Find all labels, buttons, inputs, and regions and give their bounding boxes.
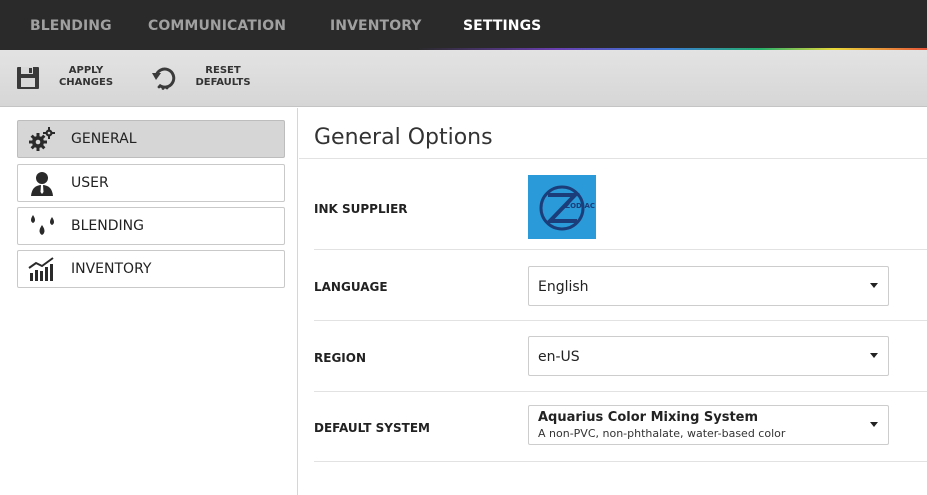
general-options-panel: General Options INK SUPPLIER ZODIAC LANG… [299,108,927,495]
divider [314,391,927,392]
region-label: REGION [314,351,366,365]
page-title: General Options [314,125,493,150]
tab-settings[interactable]: SETTINGS [463,18,541,34]
region-select[interactable]: en-US [528,336,889,376]
default-system-value: Aquarius Color Mixing System [538,410,759,425]
chart-icon [28,257,54,281]
sidebar-item-inventory[interactable]: INVENTORY [17,250,285,288]
sidebar-item-general[interactable]: GENERAL [17,120,285,158]
divider [314,249,927,250]
ink-supplier-label: INK SUPPLIER [314,202,408,216]
gears-icon [29,127,55,151]
sidebar: GENERAL USER BLENDING INVENTORY [0,108,298,495]
reset-label-line2: DEFAULTS [195,77,251,88]
tab-inventory[interactable]: INVENTORY [330,18,422,34]
sidebar-item-label: INVENTORY [71,261,152,277]
language-select[interactable]: English [528,266,889,306]
sidebar-item-blending[interactable]: BLENDING [17,207,285,245]
toolbar: APPLY CHANGES RESET DEFAULTS [0,50,927,107]
reset-icon [152,67,176,90]
save-icon [17,67,39,89]
sidebar-item-label: GENERAL [71,131,137,147]
divider [314,320,927,321]
apply-label-line1: APPLY [68,65,104,76]
sidebar-item-user[interactable]: USER [17,164,285,202]
divider [314,461,927,462]
drops-icon [31,215,54,235]
user-icon [31,172,53,196]
language-value: English [538,279,589,295]
apply-label-line2: CHANGES [58,77,114,88]
zodiac-logo-icon: ZODIAC [539,185,595,231]
tab-blending[interactable]: BLENDING [30,18,112,34]
ink-supplier-logo[interactable]: ZODIAC [528,175,596,239]
apply-changes-button[interactable]: APPLY CHANGES [14,62,124,94]
default-system-select[interactable]: Aquarius Color Mixing System A non-PVC, … [528,405,889,445]
region-value: en-US [538,349,580,365]
sidebar-item-label: USER [71,175,109,191]
top-navigation: BLENDING COMMUNICATION INVENTORY SETTING… [0,0,927,50]
chevron-down-icon [870,353,878,358]
tab-communication[interactable]: COMMUNICATION [148,18,286,34]
default-system-description: A non-PVC, non-phthalate, water-based co… [538,427,786,440]
language-label: LANGUAGE [314,280,388,294]
chevron-down-icon [870,283,878,288]
logo-text: ZODIAC [565,202,595,210]
reset-defaults-button[interactable]: RESET DEFAULTS [150,62,265,94]
sidebar-item-label: BLENDING [71,218,144,234]
default-system-label: DEFAULT SYSTEM [314,421,430,435]
chevron-down-icon [870,422,878,427]
reset-label-line1: RESET [205,65,241,76]
divider [299,158,927,159]
